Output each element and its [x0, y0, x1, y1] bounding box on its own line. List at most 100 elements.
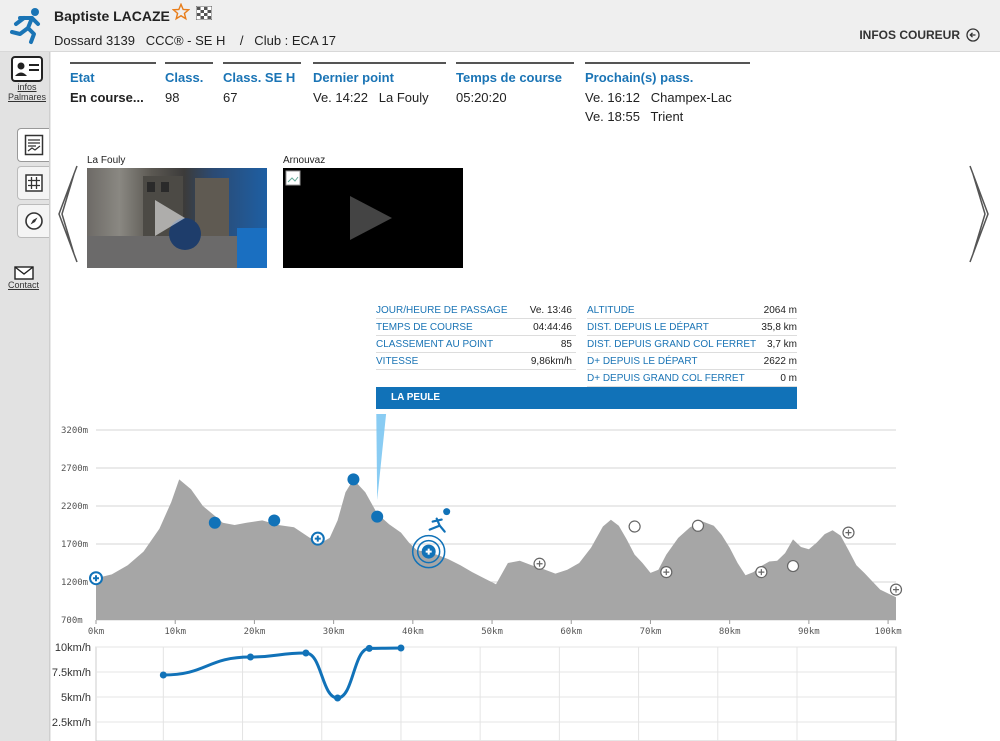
- x-tick-label: 0km: [88, 627, 104, 637]
- y-tick-label: 1700m: [61, 540, 88, 550]
- tt-label: ALTITUDE: [587, 305, 635, 316]
- video-card-la-fouly[interactable]: La Fouly: [87, 155, 267, 268]
- contact-button[interactable]: Contact: [8, 266, 39, 290]
- carousel-next-arrow[interactable]: [968, 164, 992, 264]
- x-tick-label: 40km: [402, 627, 424, 637]
- infos-link[interactable]: infos: [18, 82, 37, 92]
- tt-value: 35,8 km: [761, 322, 797, 333]
- runner-logo-icon: [10, 8, 40, 44]
- stat-class-cat: Class. SE H 67: [223, 62, 301, 107]
- tab-compass[interactable]: [17, 204, 49, 238]
- speed-point: [365, 644, 373, 652]
- stat-etat-value: En course...: [70, 90, 144, 105]
- video-thumbnail[interactable]: [87, 168, 267, 268]
- checkpoint-passed-marker: [347, 473, 360, 486]
- x-tick-label: 50km: [481, 627, 503, 637]
- checkpoint-future-marker: [628, 520, 641, 533]
- y-tick-label: 1200m: [61, 578, 88, 588]
- tt-label: TEMPS DE COURSE: [376, 322, 473, 333]
- x-tick-label: 60km: [560, 627, 582, 637]
- tt-value: 3,7 km: [766, 339, 797, 350]
- checkpoint-name-bar: LA PEULE: [376, 387, 797, 409]
- checkpoint-tooltip: JOUR/HEURE DE PASSAGE Ve. 13:46 ALTITUDE 2…: [376, 302, 797, 387]
- play-icon[interactable]: [350, 196, 392, 240]
- bib-category-club: Dossard 3139 CCC® - SE H / Club : ECA 17: [54, 33, 336, 48]
- infos-palmares-button[interactable]: infos Palmares: [8, 56, 46, 102]
- x-tick-label: 90km: [798, 627, 820, 637]
- stat-temps-value: 05:20:20: [456, 90, 507, 105]
- tab-profile[interactable]: [17, 128, 49, 162]
- compass-icon: [24, 212, 43, 230]
- y-tick-label: 2200m: [61, 502, 88, 512]
- y-tick-label: 3200m: [61, 426, 88, 436]
- stat-etat-label: Etat: [70, 70, 95, 85]
- speed-point: [397, 644, 405, 652]
- tt-value: 2622 m: [763, 356, 797, 367]
- y-tick-label: 2700m: [61, 464, 88, 474]
- speed-point: [159, 671, 167, 679]
- stat-prochain-pass: Prochain(s) pass. Ve. 16:12 Champex-Lac …: [585, 62, 750, 126]
- infos-coureur-button[interactable]: INFOS COUREUR: [859, 28, 980, 42]
- envelope-icon: [13, 266, 34, 280]
- carousel-prev-arrow[interactable]: [55, 164, 79, 264]
- tt-value: 2064 m: [763, 305, 797, 316]
- x-tick-label: 20km: [244, 627, 266, 637]
- elevation-area: [96, 479, 896, 620]
- stat-class: Class. 98: [165, 62, 213, 107]
- favorite-star-icon[interactable]: [172, 3, 190, 21]
- header: Baptiste LACAZE Dossard 3139 CCC® - SE H…: [0, 0, 1000, 52]
- stat-prochain-line2: Ve. 18:55 Trient: [585, 109, 684, 124]
- tt-value: 0 m: [780, 373, 797, 384]
- video-thumbnail[interactable]: [283, 168, 463, 268]
- stat-class-cat-label: Class. SE H: [223, 70, 296, 85]
- checkpoint-passed-marker: [208, 516, 221, 529]
- tt-label: JOUR/HEURE DE PASSAGE: [376, 305, 508, 316]
- y-tick-label: 10km/h: [55, 642, 91, 654]
- stat-temps-course: Temps de course 05:20:20: [456, 62, 574, 107]
- checkpoint-future-marker: [786, 559, 800, 573]
- contact-link[interactable]: Contact: [8, 280, 39, 290]
- tt-label: DIST. DEPUIS LE DÉPART: [587, 322, 709, 333]
- video-title: Arnouvaz: [283, 155, 326, 166]
- palmares-link[interactable]: Palmares: [8, 92, 46, 102]
- video-title: La Fouly: [87, 155, 126, 166]
- tt-value: 85: [560, 339, 572, 350]
- checkpoint-passed-marker: [371, 510, 384, 523]
- street-scene-image: [87, 176, 267, 268]
- stat-prochain-line1: Ve. 16:12 Champex-Lac: [585, 90, 732, 105]
- y-tick-label: 5km/h: [61, 692, 91, 704]
- speed-point: [334, 694, 342, 702]
- speed-point: [302, 649, 310, 657]
- runner-name: Baptiste LACAZE: [54, 8, 170, 24]
- stat-prochain-label: Prochain(s) pass.: [585, 70, 694, 85]
- stat-class-cat-value: 67: [223, 90, 238, 105]
- checkpoint-future-marker: [691, 519, 705, 532]
- x-tick-label: 30km: [323, 627, 345, 637]
- video-card-arnouvaz[interactable]: Arnouvaz: [283, 155, 463, 268]
- y-tick-label: 2.5km/h: [52, 717, 91, 729]
- stat-class-value: 98: [165, 90, 180, 105]
- runner-head-icon: [443, 508, 451, 516]
- tt-label: DIST. DEPUIS GRAND COL FERRET: [587, 339, 757, 350]
- x-tick-label: 10km: [164, 627, 186, 637]
- checkered-flag-icon: [196, 6, 212, 20]
- elevation-profile-chart[interactable]: 700m 1200m 1700m 2200m 2700m 3200m 0km 10km 20km…: [51, 414, 1000, 640]
- document-chart-icon: [24, 134, 43, 156]
- tt-label: CLASSEMENT AU POINT: [376, 339, 494, 350]
- stat-class-label: Class.: [165, 70, 204, 85]
- tt-label: D+ DEPUIS LE DÉPART: [587, 356, 698, 367]
- main-panel: Etat En course... Class. 98 Class. SE H …: [51, 52, 1000, 741]
- x-tick-label: 70km: [640, 627, 662, 637]
- stat-dernier-point: Dernier point Ve. 14:22 La Fouly: [313, 62, 446, 107]
- stat-etat: Etat En course...: [70, 62, 156, 107]
- tab-table[interactable]: [17, 166, 49, 200]
- tooltip-pointer: [376, 414, 387, 500]
- tt-label: VITESSE: [376, 356, 419, 367]
- tt-value: 9,86km/h: [530, 356, 572, 367]
- sidebar: infos Palmares Contact: [0, 52, 50, 741]
- tt-value: 04:44:46: [533, 322, 572, 333]
- id-card-icon: [11, 56, 43, 82]
- speed-chart[interactable]: 2.5km/h 5km/h 7.5km/h 10km/h: [51, 641, 1000, 741]
- grid-icon: [24, 174, 43, 192]
- runner-icon: [428, 517, 446, 533]
